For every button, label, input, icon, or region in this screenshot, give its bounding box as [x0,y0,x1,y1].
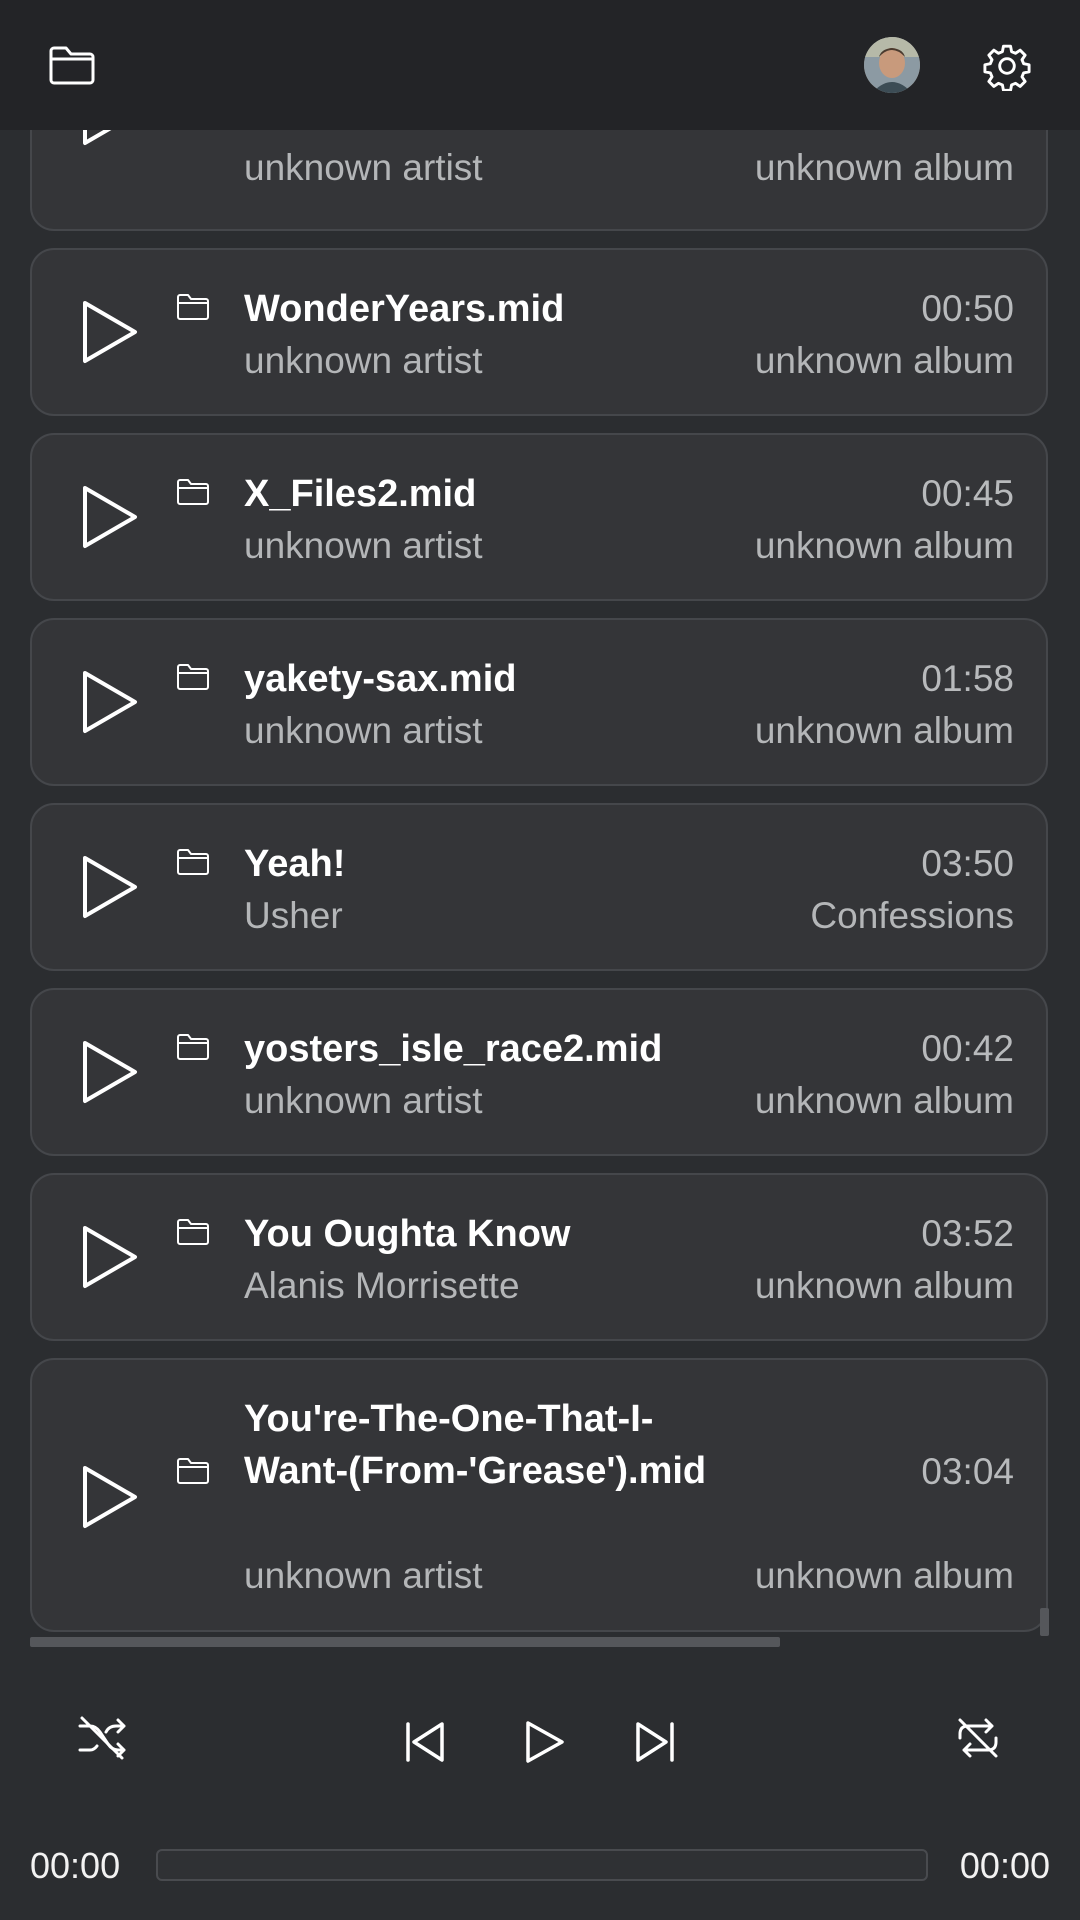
song-card[interactable]: You're-The-One-That-I-Want-(From-'Grease… [30,1358,1048,1632]
skip-previous-icon [406,1722,444,1762]
play-icon [526,1721,564,1763]
song-artist: unknown artist [244,525,483,566]
song-title: yakety-sax.mid [244,658,517,700]
folder-icon[interactable] [176,847,210,877]
shuffle-button[interactable] [76,1712,128,1764]
folder-icon[interactable] [176,1217,210,1247]
song-artist: unknown artist [244,340,483,381]
song-title: You Oughta Know [244,1213,571,1255]
folder-icon[interactable] [176,477,210,507]
play-icon[interactable] [80,1463,140,1531]
play-icon[interactable] [80,668,140,736]
song-artist: unknown artist [244,147,483,188]
current-time: 00:00 [30,1845,121,1886]
song-card[interactable]: You Oughta Know 03:52 Alanis Morrisette … [30,1173,1048,1341]
song-card[interactable]: WonderYears.mid 00:50 unknown artist unk… [30,248,1048,416]
song-album: unknown album [754,1080,1014,1121]
song-duration: 00:42 [921,1028,1014,1069]
song-title: Yeah! [244,843,346,885]
song-album: unknown album [754,1555,1014,1596]
song-duration: 03:50 [921,843,1014,884]
song-title: WonderYears.mid [244,288,565,330]
song-album: unknown album [754,340,1014,381]
song-duration: 00:50 [921,288,1014,329]
song-artist: unknown artist [244,710,483,751]
play-icon[interactable] [80,1223,140,1291]
song-album: unknown album [754,147,1014,188]
song-card[interactable]: yosters_isle_race2.mid 00:42 unknown art… [30,988,1048,1156]
song-title: You're-The-One-That-I-Want-(From-'Grease… [244,1398,707,1492]
song-album: Confessions [810,895,1014,936]
folder-icon[interactable] [176,1456,210,1486]
song-album: unknown album [754,525,1014,566]
progress-bar[interactable] [156,1849,928,1881]
song-artist: Alanis Morrisette [244,1265,520,1306]
song-card[interactable]: yakety-sax.mid 01:58 unknown artist unkn… [30,618,1048,786]
folder-icon[interactable] [176,662,210,692]
next-button[interactable] [632,1718,680,1766]
shuffle-off-icon [78,1716,126,1760]
open-folder-button[interactable] [40,36,104,94]
previous-button[interactable] [400,1718,448,1766]
song-title: yosters_isle_race2.mid [244,1028,663,1070]
song-duration: 03:04 [921,1451,1014,1492]
song-album: unknown album [754,710,1014,751]
song-artist: unknown artist [244,1555,483,1596]
settings-button[interactable] [974,33,1040,99]
song-duration: 00:45 [921,473,1014,514]
vertical-scrollbar[interactable] [1040,1608,1049,1636]
song-artist: Usher [244,895,343,936]
folder-icon[interactable] [176,292,210,322]
top-bar [0,0,1080,130]
avatar-image [864,37,920,93]
song-album: unknown album [754,1265,1014,1306]
skip-next-icon [636,1722,674,1762]
song-card[interactable]: Yeah! 03:50 Usher Confessions [30,803,1048,971]
folder-icon [49,46,95,85]
gear-icon [983,44,1031,91]
song-card[interactable]: KISHKA.mid unknown artist unknown album [30,130,1048,231]
total-time: 00:00 [959,1845,1050,1886]
user-avatar[interactable] [864,37,920,93]
song-duration: 03:52 [921,1213,1014,1254]
horizontal-scrollbar[interactable] [30,1637,780,1647]
song-list[interactable]: KISHKA.mid unknown artist unknown album … [0,130,1080,1645]
play-pause-button[interactable] [520,1718,568,1766]
play-icon[interactable] [80,483,140,551]
song-artist: unknown artist [244,1080,483,1121]
song-title: X_Files2.mid [244,473,477,515]
play-icon[interactable] [80,298,140,366]
folder-icon[interactable] [176,1032,210,1062]
play-icon[interactable] [80,130,140,148]
song-duration: 01:58 [921,658,1014,699]
repeat-button[interactable] [952,1712,1004,1764]
play-icon[interactable] [80,853,140,921]
song-card[interactable]: X_Files2.mid 00:45 unknown artist unknow… [30,433,1048,601]
play-icon[interactable] [80,1038,140,1106]
repeat-off-icon [958,1718,998,1758]
